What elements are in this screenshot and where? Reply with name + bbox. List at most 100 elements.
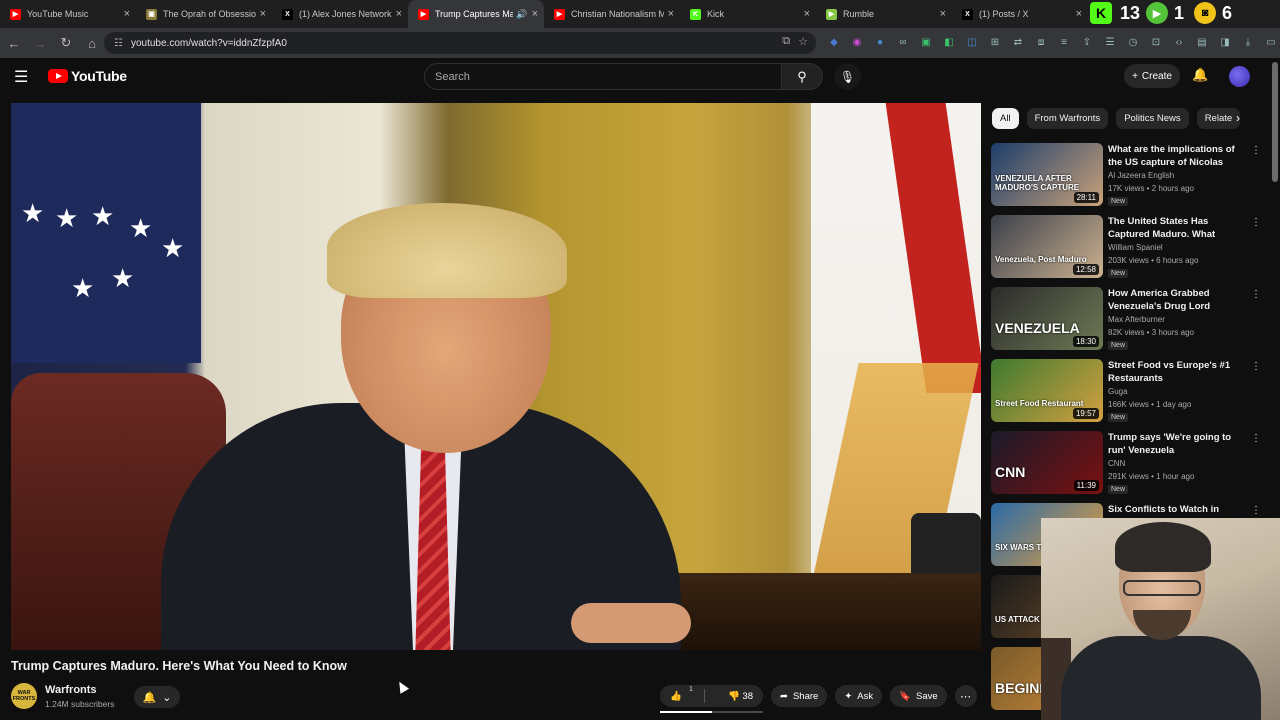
tab-close-icon[interactable]: × — [940, 8, 946, 20]
tab-close-icon[interactable]: × — [124, 8, 130, 20]
browser-tab[interactable]: ▶ YouTube Music × — [0, 0, 136, 28]
back-icon[interactable]: ← — [2, 31, 26, 55]
extension-grid-icon[interactable]: ⊞ — [987, 34, 1003, 50]
more-vertical-icon[interactable]: ⋮ — [1251, 433, 1261, 444]
filter-chip[interactable]: Relate — [1196, 108, 1241, 129]
reload-icon[interactable]: ↻ — [54, 31, 78, 55]
history-icon[interactable]: ◷ — [1125, 34, 1141, 50]
extension-blue-icon[interactable]: ◫ — [964, 34, 980, 50]
page-scrollbar[interactable] — [1272, 62, 1278, 182]
recommended-channel[interactable]: William Spaniel — [1108, 243, 1163, 252]
video-thumbnail[interactable]: VENEZUELA 18:30 — [991, 287, 1103, 350]
filter-chip[interactable]: Politics News — [1116, 108, 1189, 129]
extension-circle-icon[interactable]: ◉ — [849, 34, 865, 50]
recommended-video[interactable]: Venezuela, Post Maduro 12:58 The United St… — [991, 215, 1261, 279]
dislike-button[interactable]: 👎 38 — [728, 691, 753, 702]
extension-glasses-icon[interactable]: ∞ — [895, 34, 911, 50]
extension-list-icon[interactable]: ≡ — [1056, 34, 1072, 50]
create-button[interactable]: + Create — [1124, 64, 1180, 88]
recommended-video-title[interactable]: What are the implications of the US capt… — [1108, 143, 1240, 170]
more-vertical-icon[interactable]: ⋮ — [1251, 505, 1261, 516]
extension-lines-icon[interactable]: ☰ — [1102, 34, 1118, 50]
menu-icon[interactable]: ☰ — [14, 68, 34, 88]
filter-chip[interactable]: All — [992, 108, 1019, 129]
tab-close-icon[interactable]: × — [532, 8, 538, 20]
browser-tab[interactable]: K Kick × — [680, 0, 816, 28]
filter-chip[interactable]: From Warfronts — [1026, 108, 1109, 129]
more-vertical-icon[interactable]: ⋮ — [1251, 217, 1261, 228]
recommended-video-title[interactable]: Trump says 'We're going to run' Venezuel… — [1108, 431, 1240, 457]
tab-close-icon[interactable]: × — [1076, 8, 1082, 20]
bookmark-star-icon[interactable]: ☆ — [798, 35, 808, 48]
recommended-video-title[interactable]: How America Grabbed Venezuela's Drug Lor… — [1108, 287, 1240, 314]
recommended-video-title[interactable]: The United States Has Captured Maduro. W… — [1108, 215, 1240, 242]
more-vertical-icon[interactable]: ⋮ — [1251, 361, 1261, 372]
extension-puzzle-icon[interactable]: ⧈ — [1033, 34, 1049, 50]
forward-icon[interactable]: → — [28, 31, 52, 55]
recommended-channel[interactable]: Al Jazeera English — [1108, 171, 1174, 180]
share-button[interactable]: ➦ Share — [771, 685, 828, 707]
search-button[interactable]: ⚲ — [781, 63, 823, 90]
kick-extension-icon[interactable]: K — [1090, 2, 1112, 24]
tab-close-icon[interactable]: × — [668, 8, 674, 20]
subscription-bell-button[interactable]: 🔔 ⌄ — [134, 686, 180, 708]
recommended-video[interactable]: VENEZUELA AFTER MADURO'S CAPTURE 28:11 Wha… — [991, 143, 1261, 207]
youtube-logo-text: YouTube — [71, 68, 127, 84]
channel-name[interactable]: Warfronts — [45, 684, 97, 696]
save-button[interactable]: 🔖 Save — [890, 685, 947, 707]
extension-green-icon[interactable]: ▣ — [918, 34, 934, 50]
channel-avatar[interactable]: WAR FRONTS — [11, 683, 37, 709]
tab-audio-icon[interactable]: 🔊 — [516, 9, 527, 20]
browser-tab[interactable]: ▶ Rumble × — [816, 0, 952, 28]
recommended-channel[interactable]: Guga — [1108, 387, 1128, 396]
extension-share-icon[interactable]: ⇪ — [1079, 34, 1095, 50]
notifications-bell-icon[interactable]: 🔔 — [1192, 67, 1208, 83]
extension-green2-icon[interactable]: ◧ — [941, 34, 957, 50]
video-thumbnail[interactable]: Venezuela, Post Maduro 12:58 — [991, 215, 1103, 278]
site-info-icon[interactable]: ☷ — [114, 38, 123, 49]
home-icon[interactable]: ⌂ — [80, 31, 104, 55]
more-vertical-icon[interactable]: ⋮ — [1251, 145, 1261, 156]
play-extension-icon[interactable]: ▶ — [1146, 2, 1169, 24]
video-thumbnail[interactable]: VENEZUELA AFTER MADURO'S CAPTURE 28:11 — [991, 143, 1103, 206]
gamepad-extension-icon[interactable]: ◙ — [1194, 2, 1217, 24]
browser-tab[interactable]: ▣ The Oprah of Obsession × — [136, 0, 272, 28]
ask-button[interactable]: ✦ Ask — [835, 685, 883, 707]
recommended-video[interactable]: VENEZUELA 18:30 How America Grabbed Venezu… — [991, 287, 1261, 351]
reading-list-icon[interactable]: ▤ — [1194, 34, 1210, 50]
downloads-icon[interactable]: ⤓ — [1240, 34, 1256, 50]
tab-search-icon[interactable]: ▭ — [1263, 34, 1279, 50]
browser-tab[interactable]: ▶ Trump Captures Ma 🔊 × — [408, 0, 544, 28]
browser-tab[interactable]: ▶ Christian Nationalism M × — [544, 0, 680, 28]
recommended-video[interactable]: CNN 11:39 Trump says 'We're going to run' … — [991, 431, 1261, 495]
devtools-icon[interactable]: ‹› — [1171, 34, 1187, 50]
video-thumbnail[interactable]: CNN 11:39 — [991, 431, 1103, 494]
extension-shield-icon[interactable]: ◆ — [826, 34, 842, 50]
youtube-logo[interactable]: YouTube — [48, 68, 127, 84]
address-bar[interactable]: ☷ youtube.com/watch?v=iddnZfzpfA0 ⧉ ☆ — [104, 32, 816, 54]
extension-dot-icon[interactable]: ● — [872, 34, 888, 50]
search-input[interactable]: Search — [424, 63, 782, 90]
extension-capture-icon[interactable]: ⊡ — [1148, 34, 1164, 50]
chevron-right-icon[interactable]: › — [1236, 111, 1240, 125]
recommended-channel[interactable]: Max Afterburner — [1108, 315, 1165, 324]
install-icon[interactable]: ⧉ — [782, 35, 790, 48]
tab-close-icon[interactable]: × — [804, 8, 810, 20]
more-vertical-icon[interactable]: ⋮ — [1251, 289, 1261, 300]
tab-close-icon[interactable]: × — [396, 8, 402, 20]
account-avatar[interactable] — [1229, 66, 1250, 87]
browser-tab[interactable]: X (1) Posts / X × — [952, 0, 1088, 28]
more-actions-button[interactable]: ⋯ — [954, 685, 977, 707]
thumbs-up-icon[interactable]: 👍 — [670, 691, 682, 702]
browser-tab-bar: ▶ YouTube Music × ▣ The Oprah of Obsession × X… — [0, 0, 1280, 28]
recommended-video[interactable]: Street Food Restaurant 19:57 Street Food v… — [991, 359, 1261, 423]
browser-tab[interactable]: X (1) Alex Jones Network × — [272, 0, 408, 28]
video-player[interactable]: ★ ★ ★ ★ ★ ★ ★ — [11, 103, 981, 650]
recommended-video-title[interactable]: Street Food vs Europe's #1 Restaurants — [1108, 359, 1240, 385]
voice-search-button[interactable]: 🎙 — [834, 63, 861, 90]
recommended-channel[interactable]: CNN — [1108, 459, 1125, 468]
sidebar-icon[interactable]: ◨ — [1217, 34, 1233, 50]
video-thumbnail[interactable]: Street Food Restaurant 19:57 — [991, 359, 1103, 422]
extension-arrows-icon[interactable]: ⇄ — [1010, 34, 1026, 50]
tab-close-icon[interactable]: × — [260, 8, 266, 20]
